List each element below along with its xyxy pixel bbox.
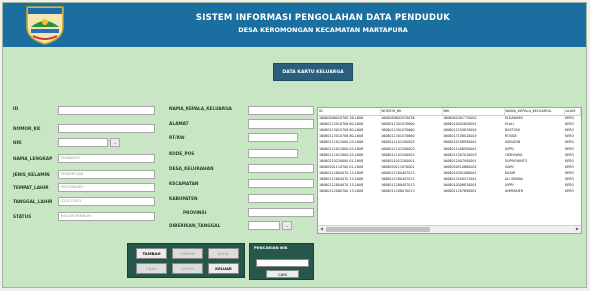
column-header[interactable]: ALAM (564, 108, 581, 116)
status-label: STATUS (13, 215, 32, 220)
ubah-button[interactable]: UBAH (136, 263, 167, 274)
id-field[interactable] (58, 106, 155, 115)
nama-lengkap-label: NAMA_LENGKAP (13, 157, 53, 162)
table-cell[interactable]: AMIRAKIER (504, 188, 564, 194)
rt-rw-field[interactable] (248, 133, 298, 142)
kecamatan-field[interactable] (248, 179, 314, 188)
column-header[interactable]: NOMOR_KK (380, 108, 443, 116)
table-header-row: ID NOMOR_KK NIK NAMA_KEPALA_KELUARGA ALA… (318, 108, 581, 116)
batal-button[interactable]: BATAL (208, 248, 239, 259)
desa-kelurahan-label: DESA_KELURAHAN (169, 167, 214, 172)
nama-kepala-keluarga-field[interactable] (248, 106, 314, 115)
tempat-lahir-label: TEMPAT_LAHIR (13, 186, 49, 191)
jenis-kelamin-field[interactable]: PEREMPUAN (58, 170, 155, 179)
rt-rw-label: RT/RW (169, 136, 185, 141)
cari-button[interactable]: CARI (266, 270, 299, 278)
nik-dropdown-button[interactable]: ⌄ (110, 138, 120, 147)
alamat-label: ALAMAT (169, 122, 189, 127)
kecamatan-label: KECAMATAN (169, 182, 199, 187)
data-table[interactable]: ID NOMOR_KK NIK NAMA_KEPALA_KELUARGA ALA… (317, 107, 582, 234)
app-subtitle: DESA KEROMONGAN KECAMATAN MARTAPURA (238, 26, 408, 34)
provinsi-field[interactable] (248, 208, 314, 217)
calendar-dropdown-button[interactable]: ⌄ (282, 221, 292, 230)
tempat-lahir-field[interactable]: PALEMBANG (58, 183, 155, 192)
main-window: SISTEM INFORMASI PENGOLAHAN DATA PENDUDU… (2, 2, 587, 288)
nomor-kk-field[interactable] (58, 124, 155, 133)
nik-field[interactable] (58, 138, 108, 147)
tanggal-lahir-field[interactable]: 12/07/2001 (58, 197, 155, 206)
tambah-button[interactable]: TAMBAH (136, 248, 167, 259)
keluar-button[interactable]: KELUAR (208, 263, 239, 274)
search-panel: PENCARIAN NIK CARI (249, 243, 314, 280)
table-cell[interactable]: KERO (564, 188, 580, 194)
nomor-kk-label: NOMOR_KK (13, 127, 41, 132)
search-input[interactable] (256, 259, 309, 267)
id-label: ID (13, 107, 19, 112)
scroll-left-icon[interactable]: ◀ (320, 226, 323, 231)
column-header[interactable]: NAMA_KEPALA_KELUARGA (504, 108, 565, 116)
search-label: PENCARIAN NIK (254, 245, 288, 250)
jenis-kelamin-label: JENIS_KELAMIN (13, 173, 50, 178)
hapus-button[interactable]: HAPUS (172, 263, 203, 274)
desa-kelurahan-field[interactable] (248, 164, 314, 173)
horizontal-scrollbar[interactable]: ◀ ▶ (318, 225, 581, 233)
provinsi-label: PROVINSI (183, 211, 207, 216)
action-button-panel: TAMBAH SIMPAN BATAL UBAH HAPUS KELUAR (127, 243, 245, 278)
simpan-button[interactable]: SIMPAN (172, 248, 203, 259)
status-field[interactable]: BELUM MENIKAH (58, 212, 155, 221)
kode-pos-field[interactable] (248, 149, 298, 158)
tanggal-lahir-label: TANGGAL_LAHIR (13, 200, 53, 205)
scroll-right-icon[interactable]: ▶ (576, 226, 579, 231)
nama-lengkap-field[interactable]: PRIWANTO (58, 154, 155, 163)
header-banner: SISTEM INFORMASI PENGOLAHAN DATA PENDUDU… (3, 3, 586, 47)
nik-label: NIK (13, 141, 22, 146)
column-header[interactable]: NIK (442, 108, 505, 116)
table-cell[interactable]: 1608011208070013 (380, 188, 442, 194)
scrollbar-thumb[interactable] (326, 227, 430, 232)
table-cell[interactable]: 16080112080700 13-1608 (318, 188, 380, 194)
data-kartu-keluarga-button[interactable]: DATA KARTU KELUARGA (273, 63, 353, 81)
table-row[interactable]: 16080112080700 13-1608 1608011208070013 16… (318, 188, 580, 194)
kabupaten-label: KABUPATEN (169, 197, 198, 202)
nama-kepala-keluarga-label: NAMA_KEPALA_KELUARGA (169, 107, 232, 112)
diberikan-tanggal-field[interactable] (248, 221, 280, 230)
alamat-field[interactable] (248, 119, 314, 129)
table-cell[interactable]: 1608011207690001 (442, 188, 504, 194)
kode-pos-label: KODE_POS (169, 152, 195, 157)
diberikan-tanggal-label: DIBERIKAN_TANGGAL (169, 224, 221, 229)
kabupaten-field[interactable] (248, 194, 314, 203)
regency-logo-icon (26, 6, 64, 45)
app-title: SISTEM INFORMASI PENGOLAHAN DATA PENDUDU… (195, 13, 451, 23)
column-header[interactable]: ID (318, 108, 381, 116)
